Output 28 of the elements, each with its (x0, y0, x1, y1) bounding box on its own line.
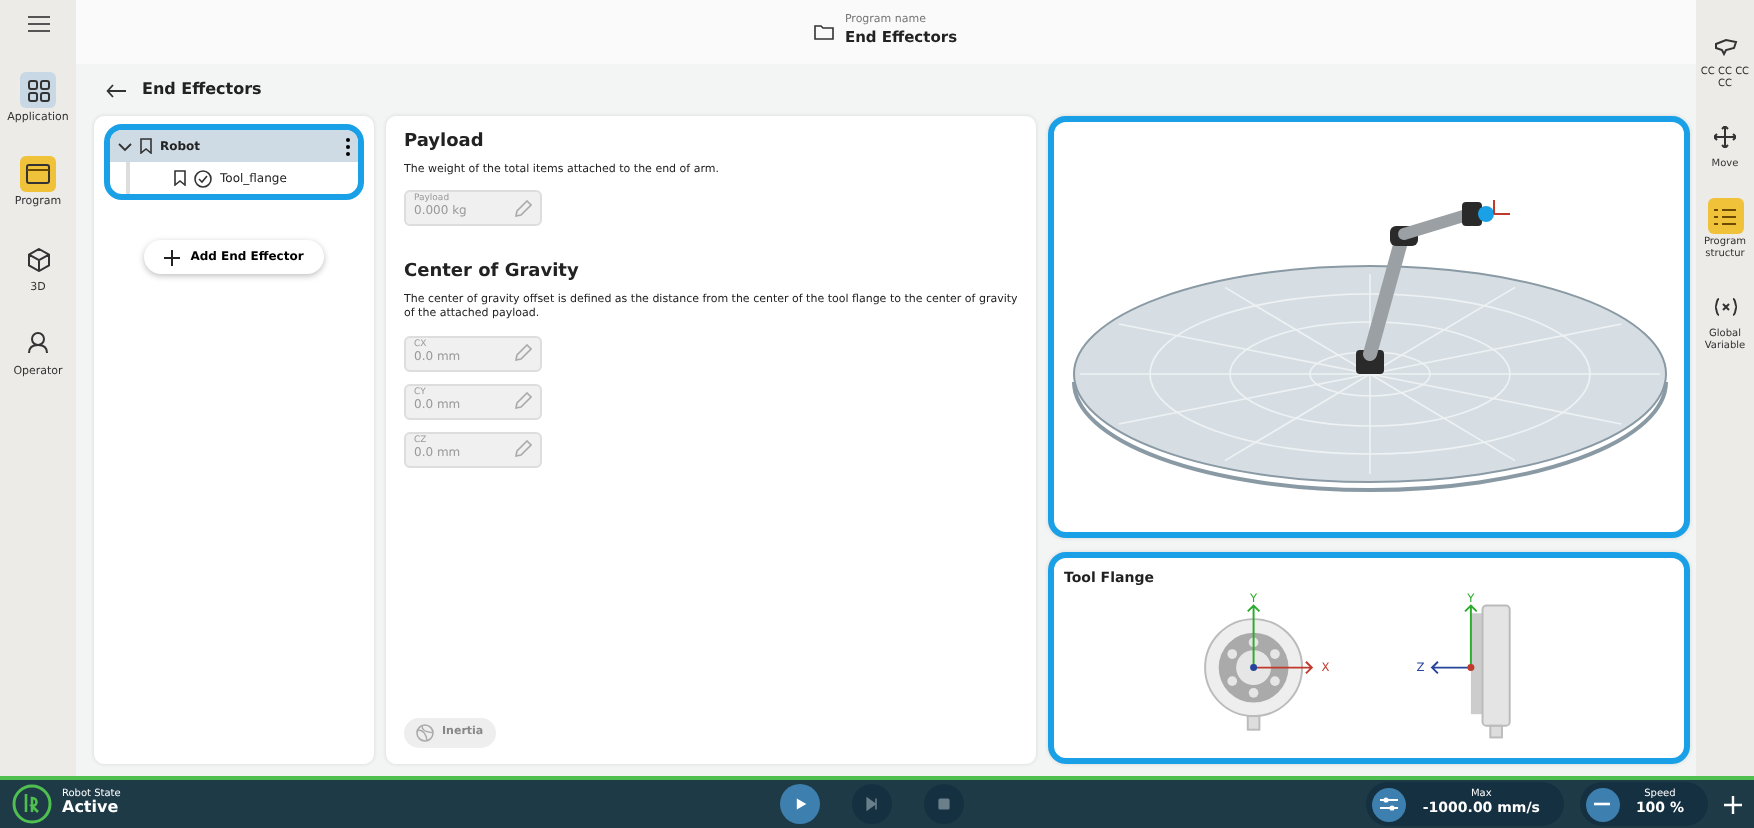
move-arrows-icon (1714, 126, 1736, 148)
stop-icon (936, 794, 953, 814)
plus-icon (164, 249, 181, 265)
step-icon (864, 794, 881, 814)
chevron-icon[interactable] (118, 141, 132, 151)
person-icon (28, 332, 48, 355)
play-button[interactable] (780, 784, 821, 824)
plus-icon[interactable] (1724, 795, 1742, 813)
bookmark-icon (140, 138, 152, 154)
section-title: Payload (404, 132, 486, 154)
minus-icon[interactable] (1594, 802, 1611, 806)
variable-icon (1713, 298, 1737, 317)
back-arrow-icon[interactable] (106, 83, 126, 97)
bookmark-icon (174, 170, 186, 186)
menu-icon[interactable] (27, 16, 49, 32)
cube-icon (27, 247, 49, 272)
robot-state: Active (62, 800, 121, 818)
play-icon (792, 794, 809, 814)
grid-icon (27, 79, 49, 101)
section-title: Center of Gravity (404, 262, 581, 285)
hand-icon (1713, 37, 1737, 55)
sphere-icon (416, 724, 434, 742)
window-icon (26, 164, 50, 185)
check-circle-icon (194, 169, 212, 187)
list-icon (1714, 207, 1736, 226)
sliders-icon[interactable] (1380, 796, 1399, 812)
folder-icon (814, 24, 835, 40)
page-title: End Effectors (142, 78, 262, 102)
